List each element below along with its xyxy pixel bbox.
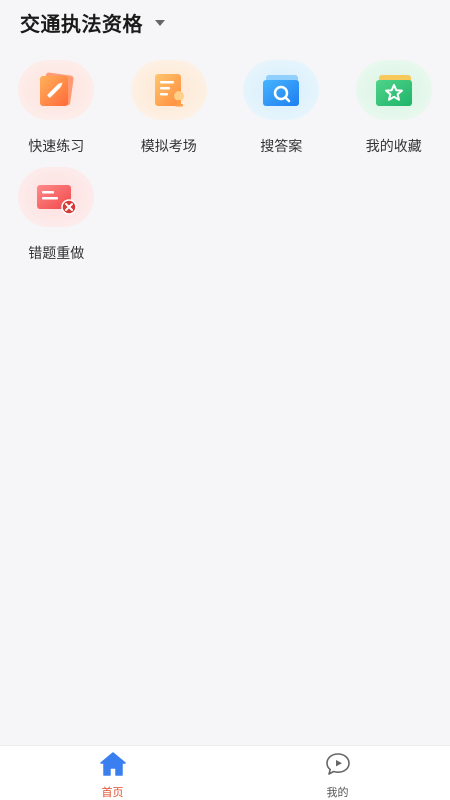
feature-grid: 快速练习 模拟考场 搜答案 我的收藏 错题重做 [0, 60, 450, 274]
home-icon [99, 751, 127, 781]
bottom-nav: 首页 我的 [0, 745, 450, 800]
app-root: 交通执法资格 快速练习 模拟考场 搜答案 我的收藏 错题重做 首页 我的 [0, 0, 450, 800]
search-folder-icon [243, 60, 320, 120]
feature-label: 错题重做 [28, 246, 85, 262]
feature-my-favorites[interactable]: 我的收藏 [338, 60, 450, 167]
exam-paper-icon [130, 60, 207, 120]
nav-label-mine: 我的 [326, 786, 349, 799]
star-folder-icon [355, 60, 432, 120]
feature-label: 我的收藏 [365, 139, 422, 155]
chat-bubble-icon [324, 751, 352, 781]
feature-label: 模拟考场 [140, 139, 197, 155]
feature-label: 快速练习 [28, 139, 85, 155]
page-title: 交通执法资格 [20, 11, 143, 36]
top-bar: 交通执法资格 [0, 0, 450, 44]
feature-quick-practice[interactable]: 快速练习 [0, 60, 113, 167]
feature-search-answers[interactable]: 搜答案 [225, 60, 338, 167]
feature-redo-mistakes[interactable]: 错题重做 [0, 167, 113, 274]
qualification-selector[interactable]: 交通执法资格 [20, 8, 165, 37]
nav-item-mine[interactable]: 我的 [225, 746, 450, 800]
nav-label-home: 首页 [101, 786, 124, 799]
feature-label: 搜答案 [260, 139, 303, 155]
nav-item-home[interactable]: 首页 [0, 746, 225, 800]
error-card-icon [18, 167, 95, 227]
caret-down-icon [155, 20, 165, 26]
feature-mock-exam[interactable]: 模拟考场 [113, 60, 226, 167]
pencil-card-icon [18, 60, 95, 120]
